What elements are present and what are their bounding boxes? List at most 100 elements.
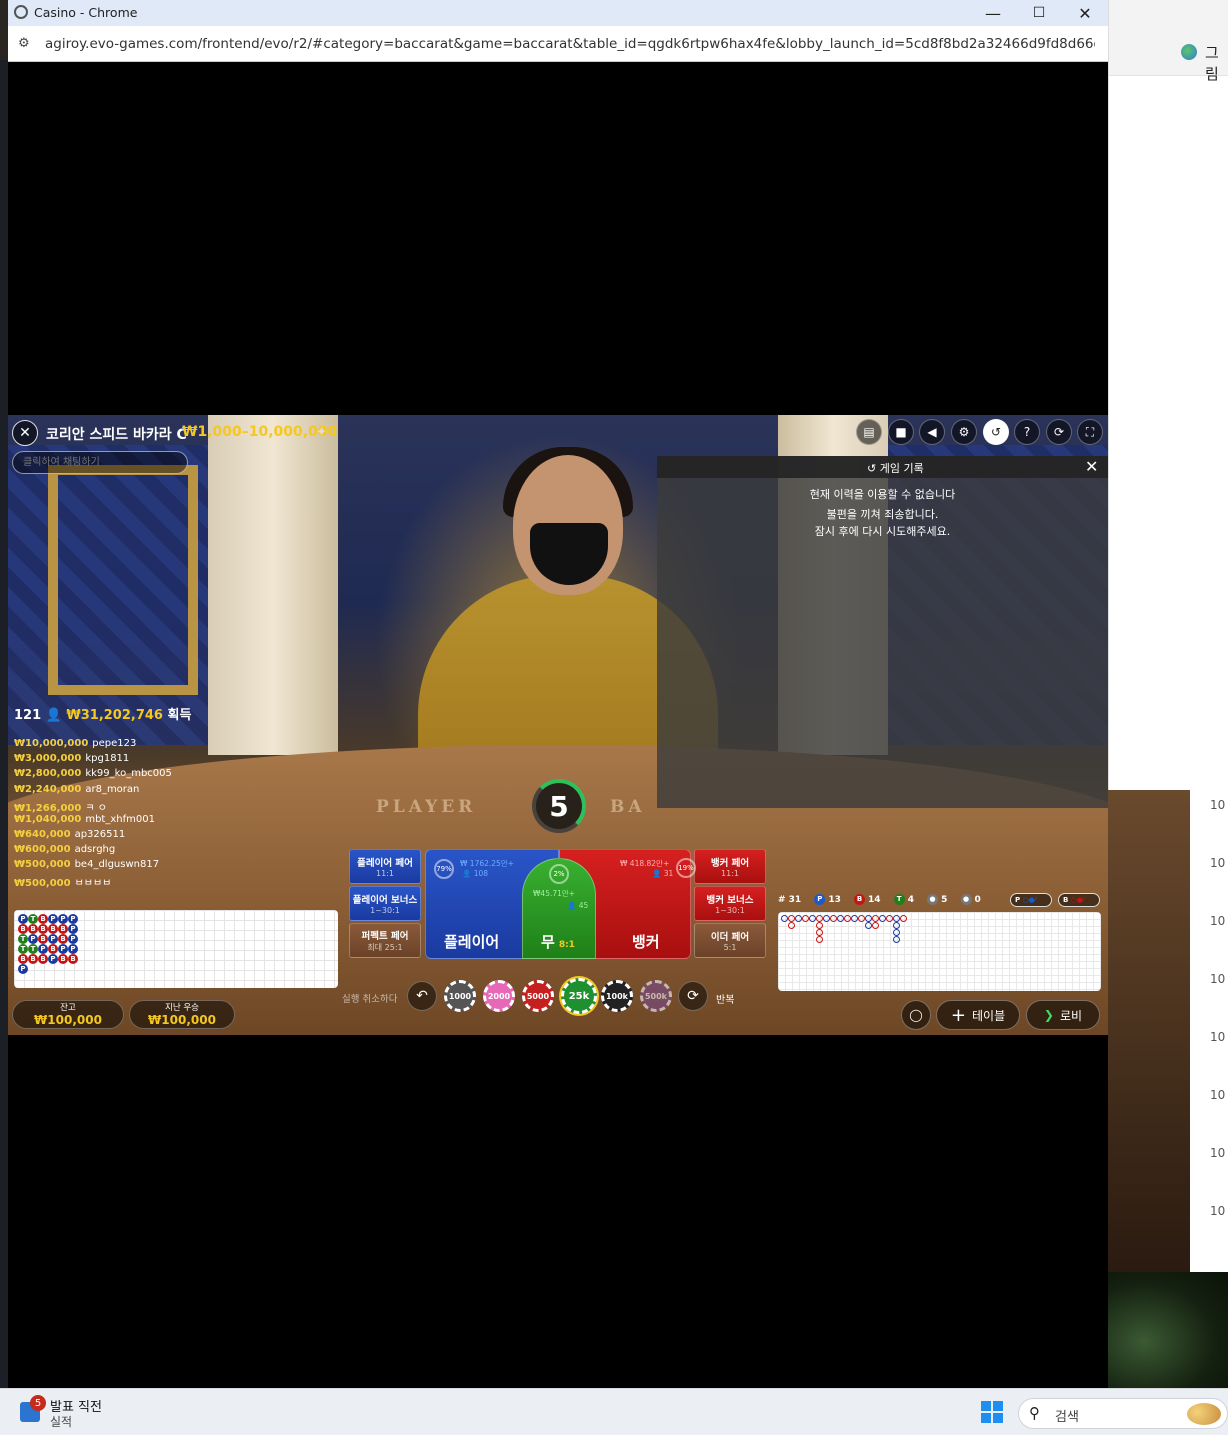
bead-B: B xyxy=(18,954,28,964)
stat-banker-value: 14 xyxy=(868,895,881,905)
bet-player-pair[interactable]: 플레이어 페어 11:1 xyxy=(349,849,421,884)
countdown-timer: 5 xyxy=(532,779,586,833)
maximize-button[interactable]: ☐ xyxy=(1016,0,1062,26)
big-road-mark xyxy=(893,936,900,943)
big-road-mark xyxy=(823,915,830,922)
winner-row: ₩500,000 ㅂㅂㅂㅂ xyxy=(14,874,111,889)
volume-icon[interactable]: ◀ xyxy=(919,419,945,445)
globe-icon xyxy=(1181,44,1197,60)
close-window-button[interactable]: ✕ xyxy=(1062,0,1108,26)
predict-banker-button[interactable]: B ○●⁄ xyxy=(1058,893,1100,907)
big-road-mark xyxy=(802,915,809,922)
lobby-button[interactable]: ❯ 로비 xyxy=(1026,1000,1100,1030)
bet-banker-bonus[interactable]: 뱅커 보너스 1~30:1 xyxy=(694,886,766,921)
history-message: 현재 이력을 이용할 수 없습니다 xyxy=(809,488,956,501)
winner-name: ap326511 xyxy=(74,829,126,840)
bet-perfect-pair[interactable]: 퍼펙트 페어 최대 25:1 xyxy=(349,923,421,958)
chrome-window: Casino - Chrome — ☐ ✕ ⚙ agiroy.evo-games… xyxy=(8,0,1108,1388)
table-limits[interactable]: ₩1,000–10,000,000 xyxy=(182,424,337,440)
pin-icon[interactable]: ✦ xyxy=(316,425,327,440)
bet-odds: 1~30:1 xyxy=(715,906,745,915)
lobby-label: 로비 xyxy=(1059,1008,1083,1023)
winner-amount: ₩2,240,000 xyxy=(14,784,82,795)
windows-start-icon[interactable] xyxy=(981,1401,1003,1423)
big-road-mark xyxy=(893,922,900,929)
chip-25k[interactable]: 25k xyxy=(561,978,597,1014)
history-header: ↺ 게임 기록 ✕ xyxy=(657,456,1108,478)
minimize-button[interactable]: — xyxy=(970,0,1016,26)
settings-icon[interactable]: ⚙ xyxy=(951,419,977,445)
bet-name: 플레이어 페어 xyxy=(357,858,413,869)
big-road-mark xyxy=(865,922,872,929)
chat-input[interactable] xyxy=(12,451,188,474)
winner-row: ₩600,000 adsrghg xyxy=(14,844,115,855)
winner-name: adsrghg xyxy=(74,844,116,855)
winner-name: ㅋ ㅇ xyxy=(85,803,107,814)
bet-name: 뱅커 보너스 xyxy=(706,895,754,906)
desktop-left-strip xyxy=(0,60,8,1388)
video-icon[interactable]: ■ xyxy=(888,419,914,445)
big-road-mark xyxy=(886,915,893,922)
tie-label-text: 무 xyxy=(541,933,555,951)
undo-button[interactable]: ↶ xyxy=(407,981,437,1011)
predict-player-button[interactable]: P ○●⁄ xyxy=(1010,893,1052,907)
history-title-text: 게임 기록 xyxy=(879,462,924,475)
close-game-button[interactable]: ✕ xyxy=(12,420,38,446)
history-icon[interactable]: ↺ xyxy=(983,419,1009,445)
table-print-banker: BA xyxy=(610,797,646,817)
chip-100k[interactable]: 100k xyxy=(601,980,633,1012)
chip-5000[interactable]: 5000 xyxy=(522,980,554,1012)
winner-name: be4_dlguswn817 xyxy=(74,859,160,870)
bet-player-bonus[interactable]: 플레이어 보너스 1~30:1 xyxy=(349,886,421,921)
banker-count-value: 31 xyxy=(663,869,674,878)
url-field[interactable]: agiroy.evo-games.com/frontend/evo/r2/#ca… xyxy=(45,36,1095,52)
winner-name: pepe123 xyxy=(92,738,137,749)
chat-icon[interactable]: ▤ xyxy=(856,419,882,445)
bead-B: B xyxy=(38,954,48,964)
winner-name: ar8_moran xyxy=(85,784,140,795)
chip-1000[interactable]: 1000 xyxy=(444,980,476,1012)
winner-name: kk99_ko_mbc005 xyxy=(85,768,172,779)
balance-amount: ₩100,000 xyxy=(34,1013,102,1027)
list-number: 10 xyxy=(1210,1204,1226,1218)
refresh-icon[interactable]: ⟳ xyxy=(1046,419,1072,445)
chat-bubble-button[interactable]: ◯ xyxy=(901,1000,931,1030)
banker-label: 뱅커 xyxy=(632,933,660,951)
list-number: 10 xyxy=(1210,914,1226,928)
winner-amount: ₩600,000 xyxy=(14,844,71,855)
winner-row: ₩1,040,000 mbt_xhfm001 xyxy=(14,814,155,825)
fullscreen-icon[interactable]: ⛶ xyxy=(1077,419,1103,445)
background-trees-image xyxy=(1108,1272,1228,1388)
winner-name: kpg1811 xyxy=(85,753,130,764)
bet-tie[interactable]: 2% ₩45.71만+ 👤 45 무 8:1 xyxy=(522,858,596,959)
bead-B: B xyxy=(58,934,68,944)
background-list: 10 10 10 10 10 10 10 10 xyxy=(1190,790,1228,1275)
address-bar: ⚙ agiroy.evo-games.com/frontend/evo/r2/#… xyxy=(8,26,1108,62)
bead-T: T xyxy=(18,934,28,944)
bead-B: B xyxy=(18,924,28,934)
chip-2000[interactable]: 2000 xyxy=(483,980,515,1012)
bead-P: P xyxy=(68,944,78,954)
taskbar-search[interactable]: ⚲ 검색 xyxy=(1018,1398,1228,1429)
close-icon[interactable]: ✕ xyxy=(1085,457,1098,476)
stat-player-value: 13 xyxy=(828,895,841,905)
background-photo xyxy=(1108,790,1190,1275)
help-icon[interactable]: ? xyxy=(1014,419,1040,445)
list-number: 10 xyxy=(1210,1088,1226,1102)
desktop: 그림 10 10 10 10 10 10 10 10 Casino - Chro… xyxy=(0,0,1228,1435)
bet-banker-pair[interactable]: 뱅커 페어 11:1 xyxy=(694,849,766,884)
last-win-display: 지난 우승 ₩100,000 xyxy=(129,1000,235,1029)
taskbar: 5 발표 직전 실적 ⚲ 검색 xyxy=(0,1388,1228,1435)
bet-either-pair[interactable]: 이더 페어 5:1 xyxy=(694,923,766,958)
bead-P: P xyxy=(68,914,78,924)
big-road[interactable] xyxy=(778,912,1101,991)
chip-500k[interactable]: 500k xyxy=(640,980,672,1012)
bead-P: P xyxy=(48,954,58,964)
repeat-button[interactable]: ⟳ xyxy=(678,981,708,1011)
bet-odds: 최대 25:1 xyxy=(367,943,403,952)
site-info-icon[interactable]: ⚙ xyxy=(18,36,34,52)
add-table-button[interactable]: + 테이블 xyxy=(936,1000,1020,1030)
big-road-mark xyxy=(900,915,907,922)
history-message: 불편을 끼쳐 죄송합니다. xyxy=(826,508,939,521)
bead-road[interactable]: PBTTBPTBPTBBBBPBPBPBPPBBPBPPPPB xyxy=(14,910,338,988)
